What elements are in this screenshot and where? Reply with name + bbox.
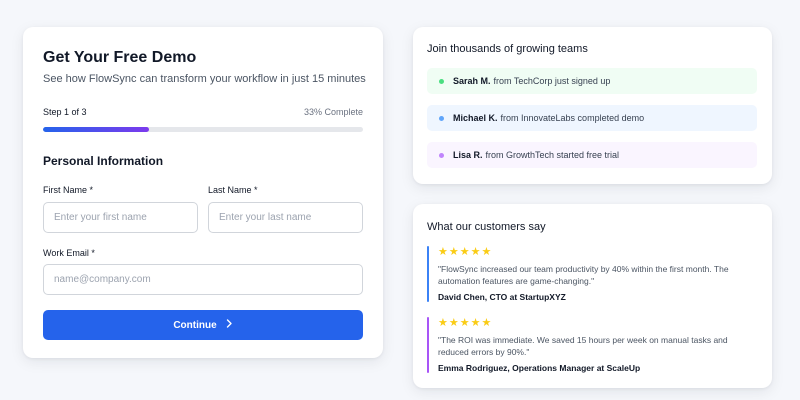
testimonial-quote: "The ROI was immediate. We saved 15 hour… [438, 335, 728, 357]
activity-name: Michael K. [453, 113, 498, 123]
testimonials-title: What our customers say [427, 221, 546, 233]
accent-bar [427, 246, 429, 302]
email-input[interactable] [43, 264, 363, 295]
progress-fill [43, 127, 149, 132]
status-dot-icon [439, 152, 444, 158]
activity-title: Join thousands of growing teams [427, 43, 588, 55]
first-name-label: First Name * [43, 185, 94, 195]
form-subtitle: See how FlowSync can transform your work… [43, 73, 366, 85]
step-indicator: Step 1 of 3 33% Complete [43, 107, 363, 117]
testimonial-quote: "FlowSync increased our team productivit… [438, 264, 729, 286]
activity-name: Sarah M. [453, 76, 491, 86]
star-rating-icon: ★★★★★ [438, 246, 493, 258]
chevron-right-icon [225, 319, 233, 331]
step-label: Step 1 of 3 [43, 107, 87, 117]
testimonial: ★★★★★ "The ROI was immediate. We saved 1… [427, 317, 757, 373]
activity-name: Lisa R. [453, 150, 483, 160]
progress-bar [43, 127, 363, 132]
email-label: Work Email * [43, 248, 95, 258]
activity-item: Sarah M. from TechCorp just signed up [427, 68, 757, 94]
status-dot-icon [439, 115, 444, 121]
status-dot-icon [439, 78, 444, 84]
last-name-input[interactable] [208, 202, 363, 233]
last-name-label: Last Name * [208, 185, 258, 195]
activity-item: Lisa R. from GrowthTech started free tri… [427, 142, 757, 168]
step-percent: 33% Complete [303, 107, 363, 117]
activity-text: from InnovateLabs completed demo [500, 113, 645, 123]
activity-text: from TechCorp just signed up [493, 76, 611, 86]
testimonial-author: Emma Rodriguez, Operations Manager at Sc… [438, 363, 641, 373]
star-rating-icon: ★★★★★ [438, 317, 493, 329]
testimonial-author: David Chen, CTO at StartupXYZ [438, 292, 566, 302]
continue-button[interactable]: Continue [43, 310, 363, 340]
testimonial: ★★★★★ "FlowSync increased our team produ… [427, 246, 757, 302]
activity-card: Join thousands of growing teams Sarah M.… [413, 27, 772, 184]
demo-form-card: Get Your Free Demo See how FlowSync can … [23, 27, 383, 358]
continue-label: Continue [173, 319, 217, 331]
activity-item: Michael K. from InnovateLabs completed d… [427, 105, 757, 131]
activity-text: from GrowthTech started free trial [485, 150, 620, 160]
section-title: Personal Information [43, 154, 164, 168]
accent-bar [427, 317, 429, 373]
form-title: Get Your Free Demo [43, 49, 197, 66]
testimonials-card: What our customers say ★★★★★ "FlowSync i… [413, 204, 772, 388]
first-name-input[interactable] [43, 202, 198, 233]
